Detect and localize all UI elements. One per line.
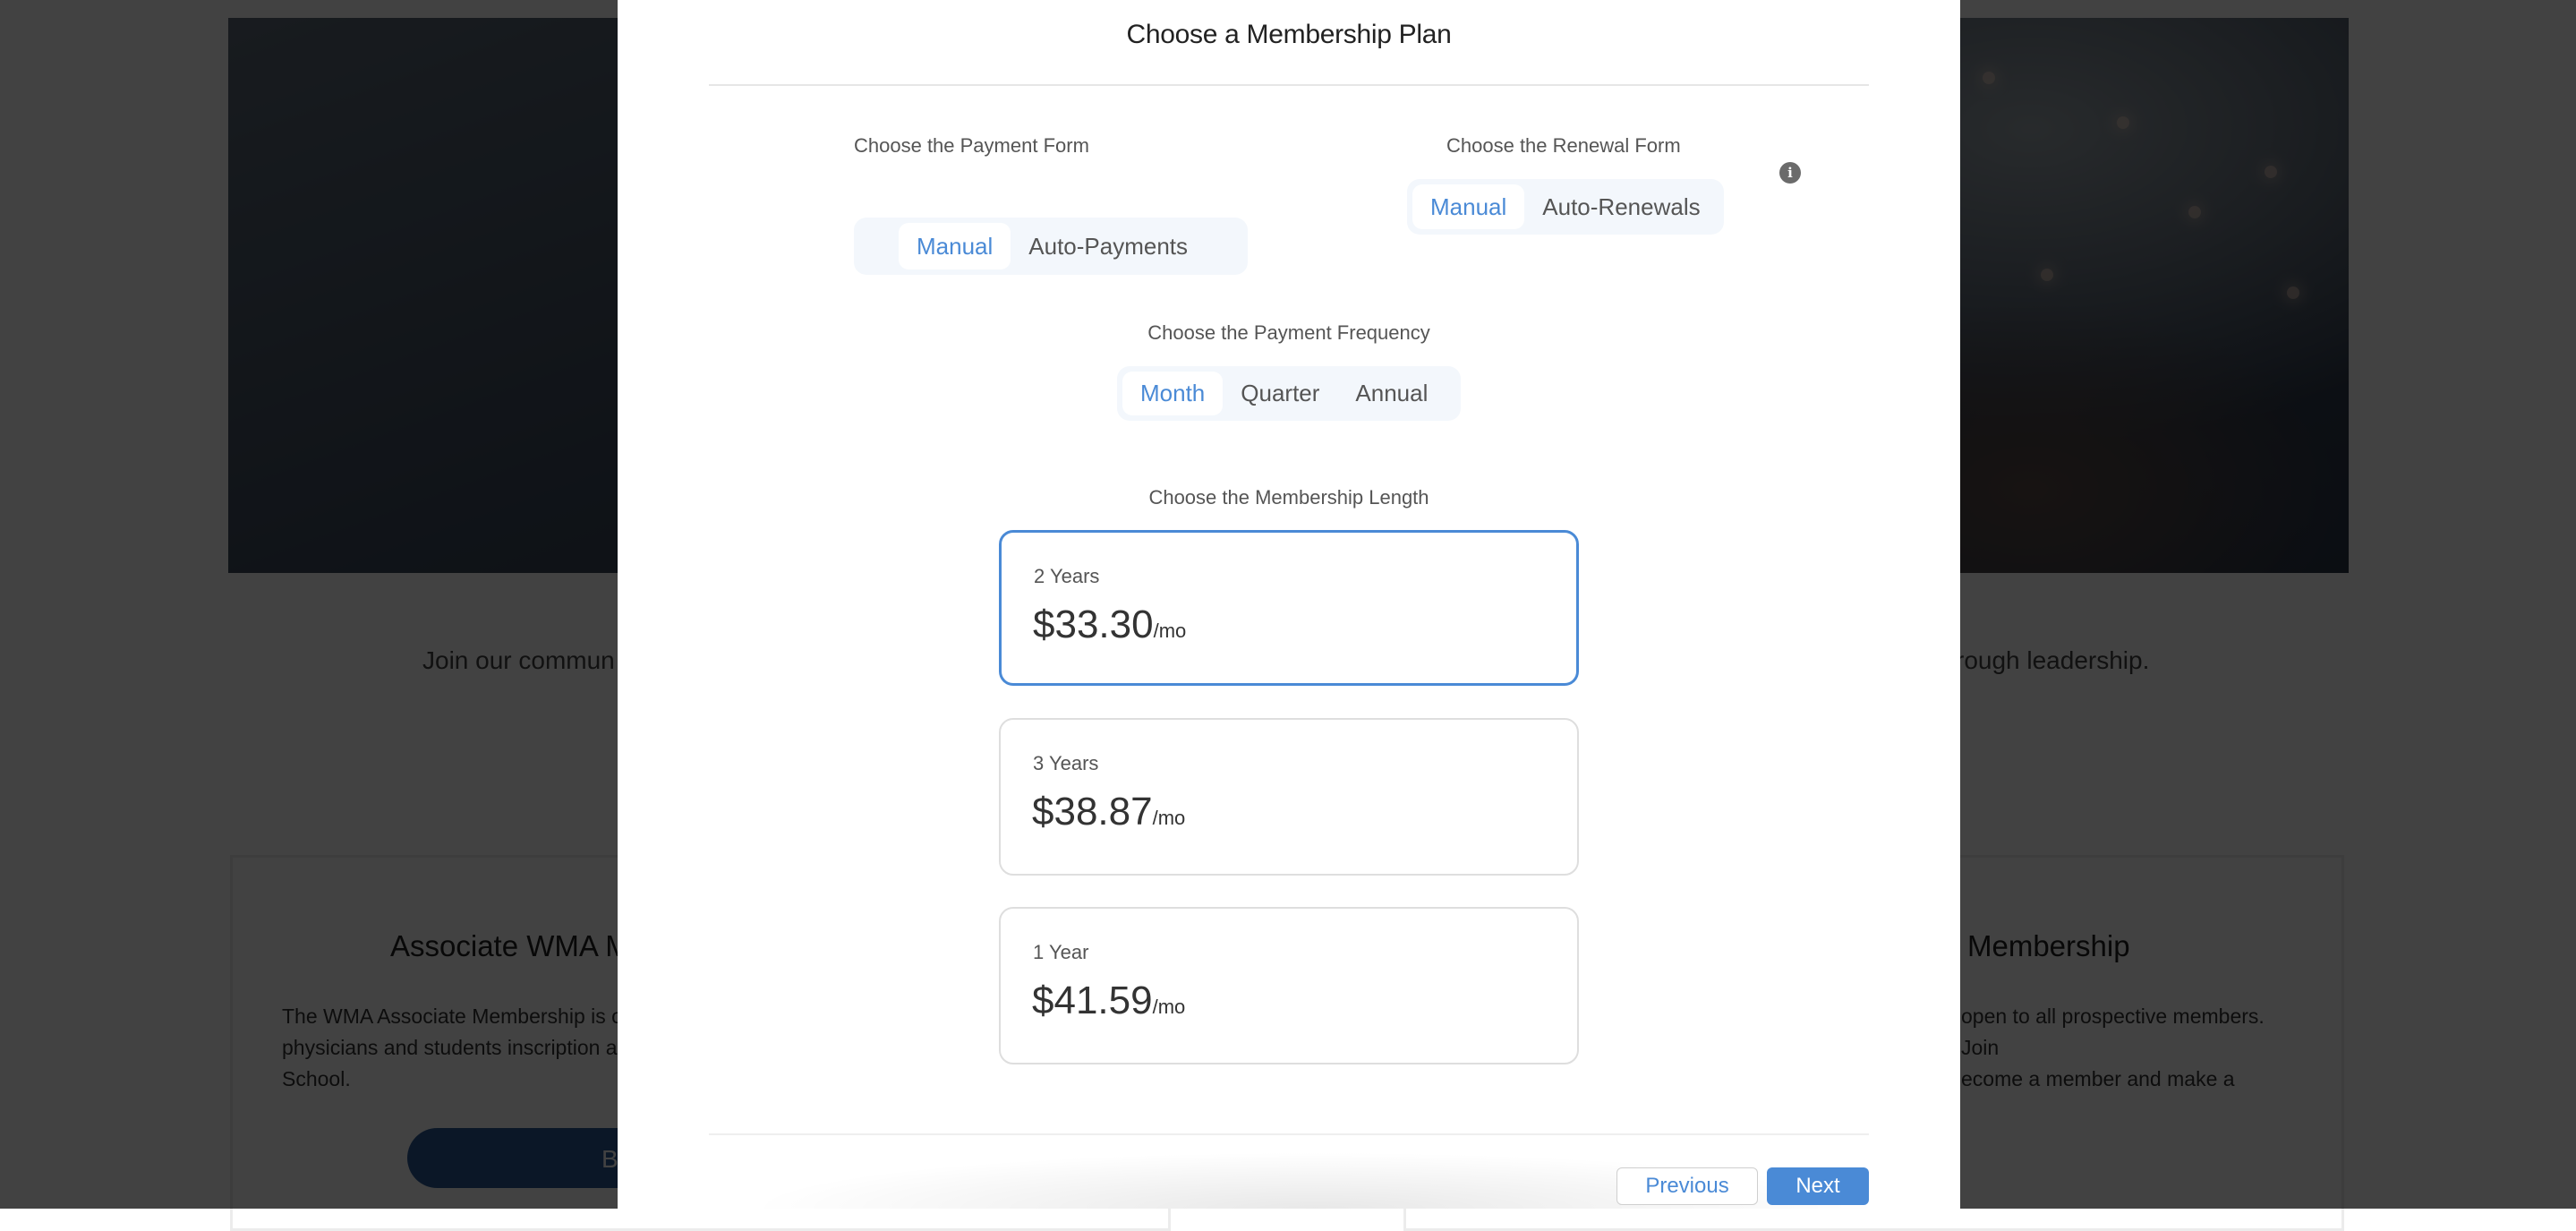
price-unit: /mo	[1152, 807, 1186, 829]
price-unit: /mo	[1153, 620, 1187, 642]
price-amount: $38.87	[1032, 790, 1153, 833]
payment-form-toggle: Manual Auto-Payments	[854, 218, 1248, 275]
previous-button[interactable]: Previous	[1616, 1167, 1758, 1205]
price-amount: $41.59	[1032, 979, 1153, 1022]
membership-plan-modal: Choose a Membership Plan Choose the Paym…	[618, 0, 1960, 1209]
payment-frequency-option-quarter[interactable]: Quarter	[1223, 372, 1337, 415]
price-value: $38.87/mo	[1032, 790, 1185, 834]
payment-form-option-auto-payments[interactable]: Auto-Payments	[1011, 223, 1206, 269]
price-unit: /mo	[1152, 996, 1186, 1018]
payment-frequency-option-annual[interactable]: Annual	[1337, 372, 1446, 415]
membership-length-label: Choose the Membership Length	[1148, 486, 1429, 509]
renewal-form-label: Choose the Renewal Form	[1446, 134, 1681, 157]
payment-frequency-label: Choose the Payment Frequency	[1147, 321, 1430, 344]
term-label: 2 Years	[1034, 565, 1100, 587]
price-amount: $33.30	[1033, 603, 1154, 646]
payment-form-option-manual[interactable]: Manual	[899, 223, 1011, 269]
renewal-form-toggle: Manual Auto-Renewals	[1407, 179, 1724, 235]
renewal-form-option-auto-renewals[interactable]: Auto-Renewals	[1524, 184, 1718, 229]
payment-frequency-toggle: Month Quarter Annual	[1117, 366, 1461, 421]
payment-frequency-option-month[interactable]: Month	[1122, 372, 1224, 415]
payment-form-label: Choose the Payment Form	[854, 134, 1089, 157]
membership-length-option-3-years[interactable]: 3 Years $38.87/mo	[999, 718, 1579, 876]
price-value: $41.59/mo	[1032, 979, 1185, 1023]
info-icon[interactable]: i	[1779, 162, 1801, 184]
term-label: 1 Year	[1033, 941, 1089, 963]
membership-length-option-2-years[interactable]: 2 Years $33.30/mo	[999, 530, 1579, 686]
term-label: 3 Years	[1033, 752, 1099, 774]
price-value: $33.30/mo	[1033, 603, 1186, 647]
footer-divider	[709, 1133, 1869, 1135]
membership-length-option-1-year[interactable]: 1 Year $41.59/mo	[999, 907, 1579, 1064]
header-divider	[709, 84, 1869, 86]
next-button[interactable]: Next	[1767, 1167, 1869, 1205]
modal-title: Choose a Membership Plan	[1126, 20, 1452, 49]
renewal-form-option-manual[interactable]: Manual	[1412, 184, 1525, 229]
